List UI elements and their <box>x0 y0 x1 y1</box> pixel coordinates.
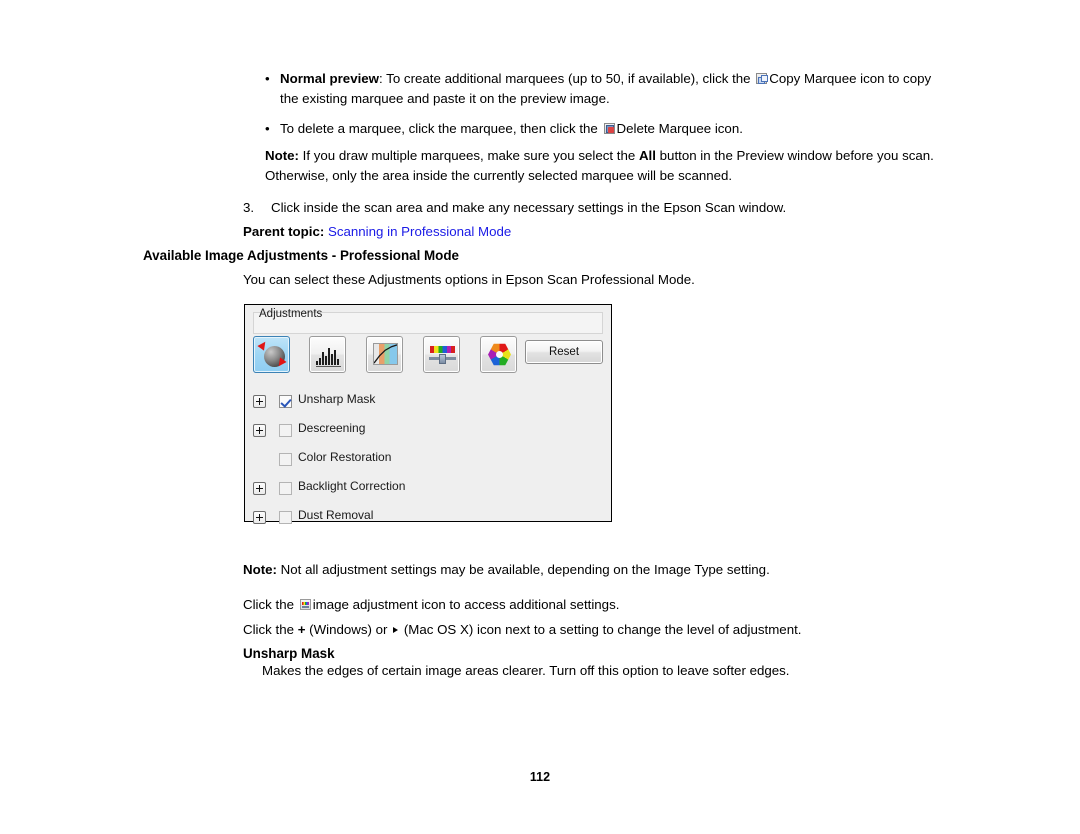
descreening-checkbox[interactable] <box>279 424 292 437</box>
list-item: • Normal preview: To create additional m… <box>265 69 940 108</box>
option-label-dust-removal: Dust Removal <box>298 508 374 522</box>
line-text-before-icon: Click the <box>243 597 298 612</box>
color-restoration-checkbox[interactable] <box>279 453 292 466</box>
triangle-right-icon <box>393 627 399 633</box>
step-text: Click inside the scan area and make any … <box>271 200 787 215</box>
option-label-unsharp-mask: Unsharp Mask <box>298 392 376 406</box>
adjustments-dialog: Adjustments Reset Unsharp Mask Descreeni… <box>244 304 612 524</box>
bullet-lead-text: Normal preview <box>280 71 380 86</box>
note-label: Note: <box>265 148 299 163</box>
subsection-body: Makes the edges of certain image areas c… <box>262 663 790 678</box>
document-page: • Normal preview: To create additional m… <box>0 0 1080 834</box>
parent-topic: Parent topic: Scanning in Professional M… <box>243 222 511 242</box>
reset-button[interactable]: Reset <box>525 340 603 364</box>
option-label-color-restoration: Color Restoration <box>298 450 392 464</box>
note-bold-word: All <box>638 148 656 163</box>
intro-paragraph: You can select these Adjustments options… <box>243 272 695 287</box>
expand-plus-icon[interactable] <box>253 395 266 408</box>
tone-correction-icon <box>370 340 399 369</box>
line-text-before-plus: Click the <box>243 622 298 637</box>
expand-plus-icon[interactable] <box>253 511 266 524</box>
backlight-correction-checkbox[interactable] <box>279 482 292 495</box>
expand-plus-icon[interactable] <box>253 424 266 437</box>
delete-marquee-icon <box>603 123 615 134</box>
copy-marquee-icon <box>756 73 769 84</box>
adjustment-options-list: Unsharp Mask Descreening Color Restorati… <box>253 389 603 534</box>
option-row-dust-removal: Dust Removal <box>253 505 603 534</box>
image-adjustment-icon <box>299 599 311 610</box>
note-text: Not all adjustment settings may be avail… <box>276 562 770 577</box>
tone-correction-icon-button[interactable] <box>366 336 403 373</box>
page-number: 112 <box>529 770 551 784</box>
color-palette-icon-button[interactable] <box>480 336 517 373</box>
option-row-descreening: Descreening <box>253 418 603 447</box>
adjustments-groupbox-label: Adjustments <box>259 308 323 320</box>
line-text-after-arrow: (Mac OS X) icon next to a setting to cha… <box>400 622 802 637</box>
unsharp-mask-checkbox[interactable] <box>279 395 292 408</box>
line-text-middle: (Windows) or <box>305 622 392 637</box>
note-block-marquees: Note: If you draw multiple marquees, mak… <box>265 146 945 185</box>
note-label: Note: <box>243 562 277 577</box>
bullet-text-after-icon: Delete Marquee icon. <box>616 121 743 136</box>
numbered-step-3: 3. Click inside the scan area and make a… <box>243 198 943 218</box>
adjustments-toolbar: Reset <box>253 336 603 378</box>
bullet-list: • Normal preview: To create additional m… <box>265 69 940 147</box>
option-row-unsharp-mask: Unsharp Mask <box>253 389 603 418</box>
histogram-adjustment-icon <box>313 340 342 369</box>
option-label-backlight-correction: Backlight Correction <box>298 479 406 493</box>
note-block-image-type: Note: Not all adjustment settings may be… <box>243 560 943 580</box>
bullet-text: To delete a marquee, click the marquee, … <box>280 119 940 139</box>
bullet-text-before-icon: To delete a marquee, click the marquee, … <box>280 121 602 136</box>
note-text-part1: If you draw multiple marquees, make sure… <box>298 148 639 163</box>
bullet-text-before-icon: : To create additional marquees (up to 5… <box>379 71 755 86</box>
line-text-after-icon: image adjustment icon to access addition… <box>312 597 620 612</box>
bullet-marker: • <box>265 121 270 136</box>
expand-plus-icon[interactable] <box>253 482 266 495</box>
page-title: Available Image Adjustments - Profession… <box>143 248 459 263</box>
bullet-marker: • <box>265 71 270 86</box>
image-adjustment-icon-button[interactable] <box>423 336 460 373</box>
color-palette-icon <box>484 340 513 369</box>
list-item: • To delete a marquee, click the marquee… <box>265 119 940 139</box>
instruction-line-adjustment-icon: Click the image adjustment icon to acces… <box>243 595 619 615</box>
option-label-descreening: Descreening <box>298 421 366 435</box>
dust-removal-checkbox[interactable] <box>279 511 292 524</box>
option-row-color-restoration: Color Restoration <box>253 447 603 476</box>
option-row-backlight-correction: Backlight Correction <box>253 476 603 505</box>
unsharp-mask-icon-button[interactable] <box>253 336 290 373</box>
bullet-text: Normal preview: To create additional mar… <box>280 69 940 108</box>
unsharp-mask-icon <box>257 339 287 369</box>
parent-topic-label: Parent topic: <box>243 224 325 239</box>
histogram-adjustment-icon-button[interactable] <box>309 336 346 373</box>
parent-topic-link[interactable]: Scanning in Professional Mode <box>328 224 511 239</box>
image-adjustment-icon <box>427 340 456 369</box>
step-number: 3. <box>243 200 255 215</box>
instruction-line-expand-icons: Click the + (Windows) or (Mac OS X) icon… <box>243 620 802 640</box>
